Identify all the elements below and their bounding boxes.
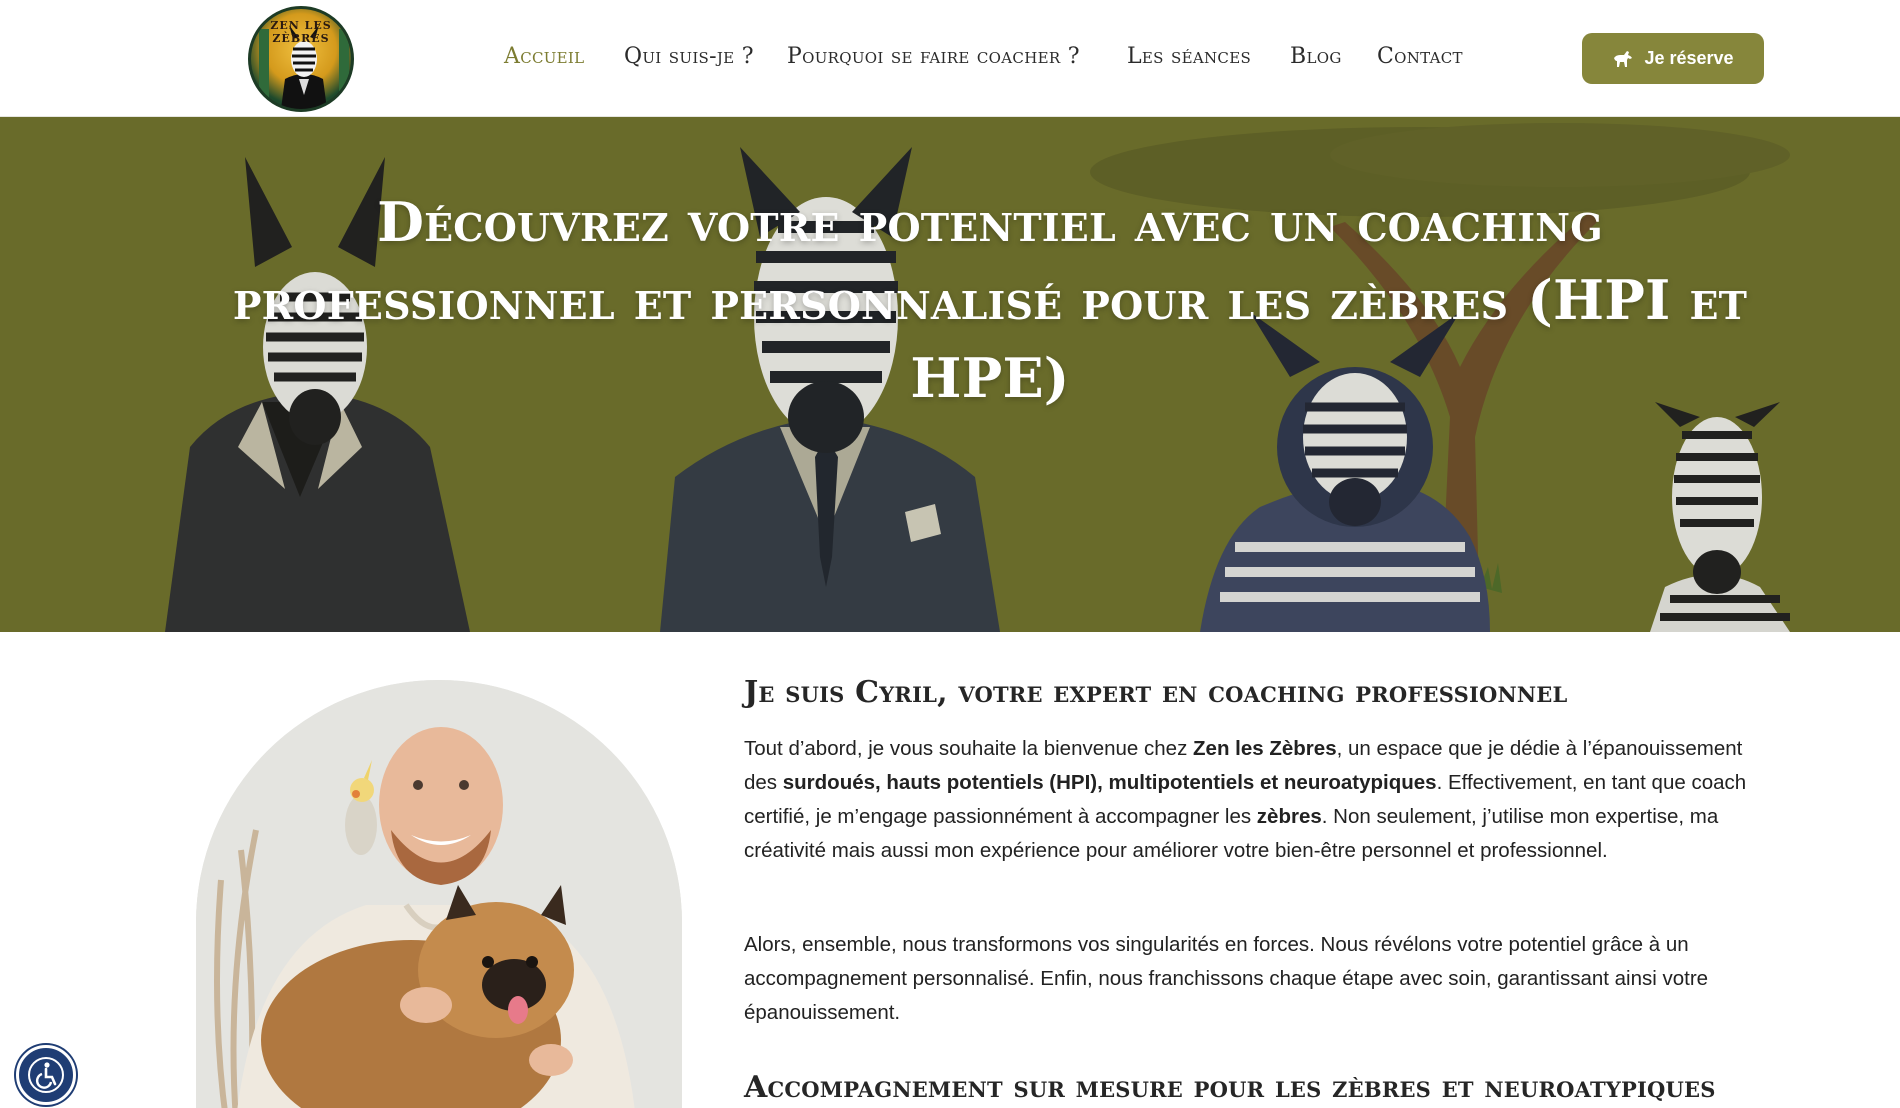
coach-portrait bbox=[196, 680, 682, 1108]
logo-text: ZEN LES ZÈBRES bbox=[270, 19, 332, 45]
hero-banner: Découvrez votre potentiel avec un coachi… bbox=[0, 117, 1900, 632]
intro-heading: Je suis Cyril, votre expert en coaching … bbox=[744, 675, 1568, 710]
wheelchair-icon bbox=[28, 1057, 64, 1093]
nav-item-pourquoi[interactable]: Pourquoi se faire coacher ? bbox=[787, 44, 1080, 69]
section2-heading: Accompagnement sur mesure pour les zèbre… bbox=[744, 1070, 1716, 1105]
site-header: ZEN LES ZÈBRES Accueil Qui suis-je ? Pou… bbox=[0, 0, 1900, 117]
intro-p1-text-1: Tout d’abord, je vous souhaite la bienve… bbox=[744, 737, 1194, 760]
hero-title: Découvrez votre potentiel avec un coachi… bbox=[190, 183, 1790, 417]
nav-item-qui-suis-je[interactable]: Qui suis-je ? bbox=[624, 44, 754, 69]
intro-paragraph-1: Tout d’abord, je vous souhaite la bienve… bbox=[744, 732, 1774, 868]
accessibility-button[interactable] bbox=[16, 1045, 76, 1105]
intro-p1-bold-2: surdoués, hauts potentiels (HPI), multip… bbox=[782, 771, 1437, 794]
hero-title-line-3: HPE) bbox=[910, 346, 1070, 410]
hero-title-line-1: Découvrez votre potentiel avec un coachi… bbox=[377, 190, 1603, 254]
intro-paragraph-2: Alors, ensemble, nous transformons vos s… bbox=[744, 933, 1709, 1024]
nav-item-accueil[interactable]: Accueil bbox=[504, 44, 584, 69]
nav-item-contact[interactable]: Contact bbox=[1377, 44, 1463, 69]
horse-icon bbox=[1614, 50, 1633, 67]
intro-p1-bold-3: zèbres bbox=[1256, 805, 1322, 828]
nav-item-blog[interactable]: Blog bbox=[1290, 44, 1342, 69]
reserve-button[interactable]: Je réserve bbox=[1582, 33, 1764, 84]
coach-photo-image bbox=[196, 680, 682, 1108]
reserve-button-label: Je réserve bbox=[1644, 48, 1734, 68]
intro-p1-bold-1: Zen les Zèbres bbox=[1193, 737, 1337, 760]
nav-item-seances[interactable]: Les séances bbox=[1127, 44, 1251, 69]
hero-title-line-2: professionnel et personnalisé pour les z… bbox=[232, 268, 1748, 332]
